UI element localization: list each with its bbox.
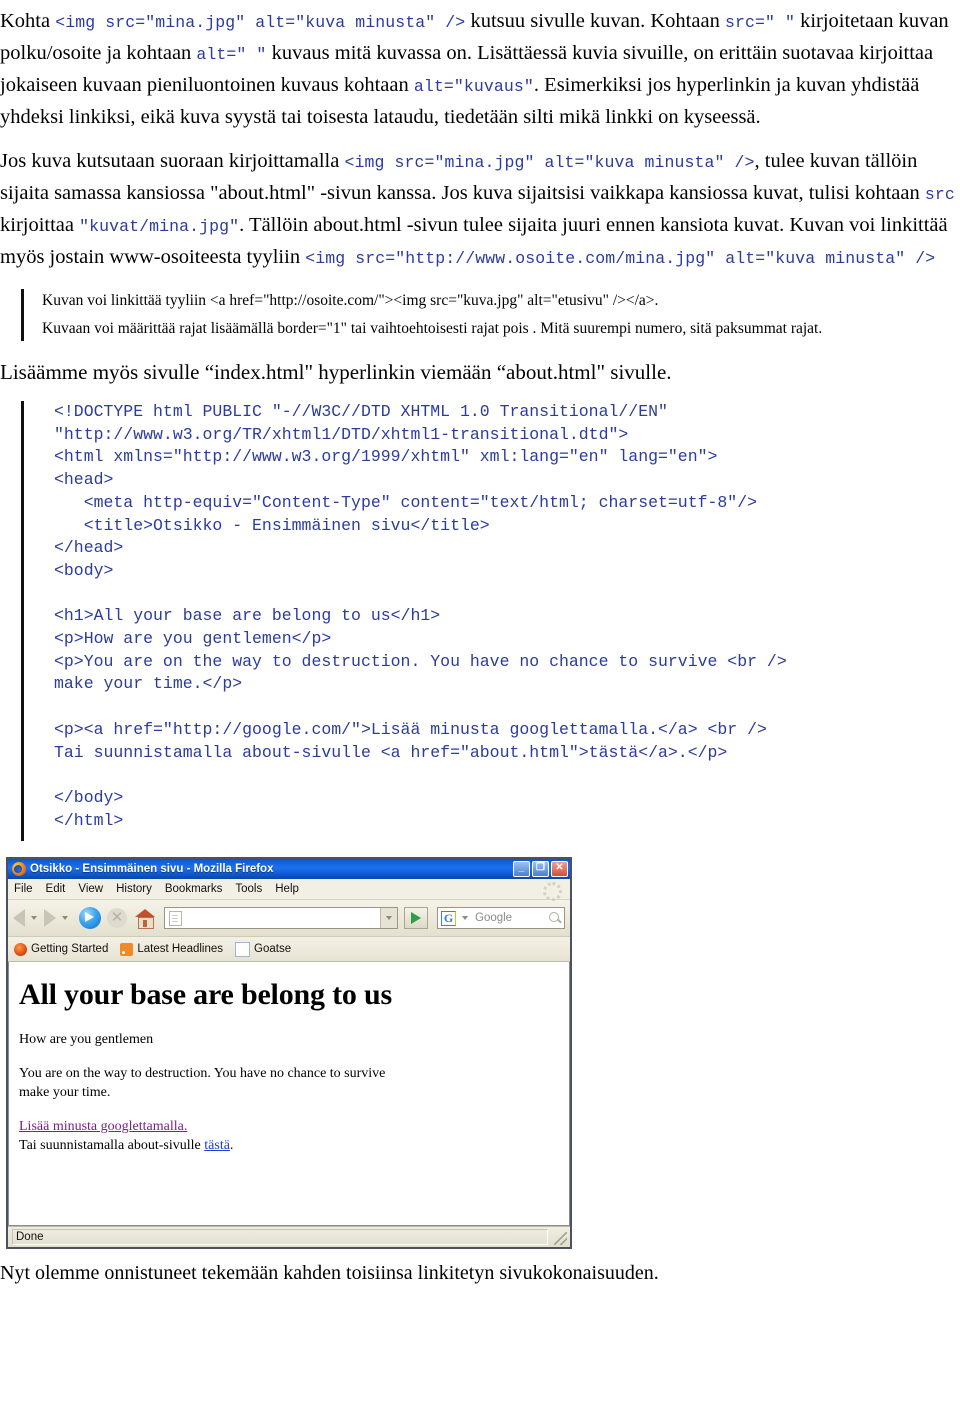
menu-item-view[interactable]: View xyxy=(78,883,112,895)
blockquote-line-1: Kuvan voi linkittää tyyliin <a href="htt… xyxy=(42,292,659,309)
section-headline: Lisäämme myös sivulle “index.html" hyper… xyxy=(0,360,672,384)
inline-text: Jos kuva kutsutaan suoraan kirjoittamall… xyxy=(0,150,345,172)
page-paragraph-2-line-2: make your time. xyxy=(19,1085,111,1100)
browser-screenshot: Otsikko - Ensimmäinen sivu - Mozilla Fir… xyxy=(6,857,572,1249)
prose-body: Kohta <img src="mina.jpg" alt="kuva minu… xyxy=(0,0,960,274)
firefox-logo-icon xyxy=(12,862,26,876)
inline-code: alt="kuvaus" xyxy=(413,77,534,96)
menu-item-bookmarks[interactable]: Bookmarks xyxy=(165,883,232,895)
forward-button[interactable] xyxy=(44,909,72,927)
minimize-button[interactable]: _ xyxy=(513,861,530,877)
home-icon[interactable] xyxy=(134,908,156,929)
inline-code: src=" " xyxy=(724,13,795,32)
menu-item-help[interactable]: Help xyxy=(275,883,308,895)
back-arrow-icon xyxy=(13,909,25,927)
page-paragraph-3-suffix: . xyxy=(229,1138,234,1153)
navigation-toolbar: ✕ G Google xyxy=(8,900,570,937)
forward-chevron-down-icon[interactable] xyxy=(62,916,68,920)
page-paragraph-3: Lisää minusta googlettamalla. Tai suunni… xyxy=(19,1117,559,1155)
search-input[interactable]: Google xyxy=(472,912,546,924)
page-link-about[interactable]: tästä xyxy=(204,1138,230,1153)
search-icon[interactable] xyxy=(546,908,564,928)
menu-item-edit[interactable]: Edit xyxy=(46,883,75,895)
bookmark-getting-started[interactable]: Getting Started xyxy=(14,942,109,956)
maximize-button[interactable]: ❐ xyxy=(532,861,549,877)
status-sunken-panel xyxy=(12,1229,548,1245)
menu-item-tools[interactable]: Tools xyxy=(235,883,271,895)
inline-text: kutsuu sivulle kuvan. Kohtaan xyxy=(465,10,725,32)
home-roof xyxy=(135,909,155,917)
bookmark-label: Goatse xyxy=(254,943,292,955)
bookmark-label: Latest Headlines xyxy=(137,943,224,955)
page-viewport: All your base are belong to us How are y… xyxy=(8,962,570,1226)
go-arrow-icon xyxy=(411,912,421,924)
throbber-icon xyxy=(543,882,562,901)
bookmark-latest-headlines[interactable]: Latest Headlines xyxy=(120,942,224,956)
home-door xyxy=(143,920,147,927)
document-page: Kohta <img src="mina.jpg" alt="kuva minu… xyxy=(0,0,960,1419)
page-paragraph-2-line-1: You are on the way to destruction. You h… xyxy=(19,1066,386,1081)
code-listing: <!DOCTYPE html PUBLIC "-//W3C//DTD XHTML… xyxy=(54,402,787,830)
address-input[interactable] xyxy=(186,911,380,925)
search-engine-chevron-down-icon[interactable] xyxy=(462,916,468,920)
bookmarks-toolbar: Getting Started Latest Headlines Goatse xyxy=(8,937,570,962)
paragraph-2: Jos kuva kutsutaan suoraan kirjoittamall… xyxy=(0,146,960,274)
bookmark-goatse[interactable]: Goatse xyxy=(235,941,292,957)
inline-code: <img src="http://www.osoite.com/mina.jpg… xyxy=(305,249,936,268)
page-favicon-icon xyxy=(169,910,182,926)
back-chevron-down-icon[interactable] xyxy=(31,916,37,920)
rss-icon xyxy=(120,942,134,956)
firefox-icon xyxy=(14,942,27,956)
close-button[interactable]: ✕ xyxy=(551,861,568,877)
inline-text: Kohta xyxy=(0,10,56,32)
note-blockquote: Kuvan voi linkittää tyyliin <a href="htt… xyxy=(0,287,960,343)
reload-icon[interactable] xyxy=(79,907,101,929)
paragraph-1: Kohta <img src="mina.jpg" alt="kuva minu… xyxy=(0,0,960,133)
window-titlebar: Otsikko - Ensimmäinen sivu - Mozilla Fir… xyxy=(8,859,570,879)
page-paragraph-2: You are on the way to destruction. You h… xyxy=(19,1064,559,1102)
page-link-google[interactable]: Lisää minusta googlettamalla. xyxy=(19,1119,187,1134)
google-engine-icon[interactable]: G xyxy=(441,910,456,926)
blockquote-line-2: Kuvaan voi määrittää rajat lisäämällä bo… xyxy=(42,320,823,337)
address-dropdown-button[interactable] xyxy=(380,908,397,928)
back-button[interactable] xyxy=(13,909,41,927)
document-icon xyxy=(235,941,251,957)
code-listing-block: <!DOCTYPE html PUBLIC "-//W3C//DTD XHTML… xyxy=(0,401,960,841)
page-paragraph-3-prefix: Tai suunnistamalla about-sivulle xyxy=(19,1138,205,1153)
status-label: Done xyxy=(16,1231,44,1243)
stop-icon[interactable]: ✕ xyxy=(107,908,127,928)
inline-code: alt=" " xyxy=(196,45,267,64)
page-paragraph-1: How are you gentlemen xyxy=(19,1032,154,1047)
inline-code: src xyxy=(924,185,955,204)
search-bar[interactable]: G Google xyxy=(437,907,565,929)
address-chevron-down-icon xyxy=(386,916,392,920)
resize-grip-icon[interactable] xyxy=(554,1232,567,1245)
inline-text: kirjoittaa xyxy=(0,214,80,236)
inline-code: <img src="mina.jpg" alt="kuva minusta" /… xyxy=(344,153,755,172)
window-controls: _ ❐ ✕ xyxy=(513,861,568,877)
bookmark-label: Getting Started xyxy=(31,943,109,955)
inline-code: <img src="mina.jpg" alt="kuva minusta" /… xyxy=(55,13,466,32)
page-heading: All your base are belong to us xyxy=(19,978,392,1011)
menu-item-history[interactable]: History xyxy=(116,883,161,895)
forward-arrow-icon xyxy=(44,909,56,927)
status-bar: Done xyxy=(8,1226,570,1247)
address-bar[interactable] xyxy=(164,907,398,929)
menu-item-file[interactable]: File xyxy=(14,883,42,895)
firefox-window: Otsikko - Ensimmäinen sivu - Mozilla Fir… xyxy=(6,857,572,1249)
window-title: Otsikko - Ensimmäinen sivu - Mozilla Fir… xyxy=(30,863,274,875)
inline-code: "kuvat/mina.jpg" xyxy=(79,217,240,236)
go-button[interactable] xyxy=(404,907,428,929)
closing-paragraph: Nyt olemme onnistuneet tekemään kahden t… xyxy=(0,1262,659,1284)
menu-bar: File Edit View History Bookmarks Tools H… xyxy=(8,879,570,901)
